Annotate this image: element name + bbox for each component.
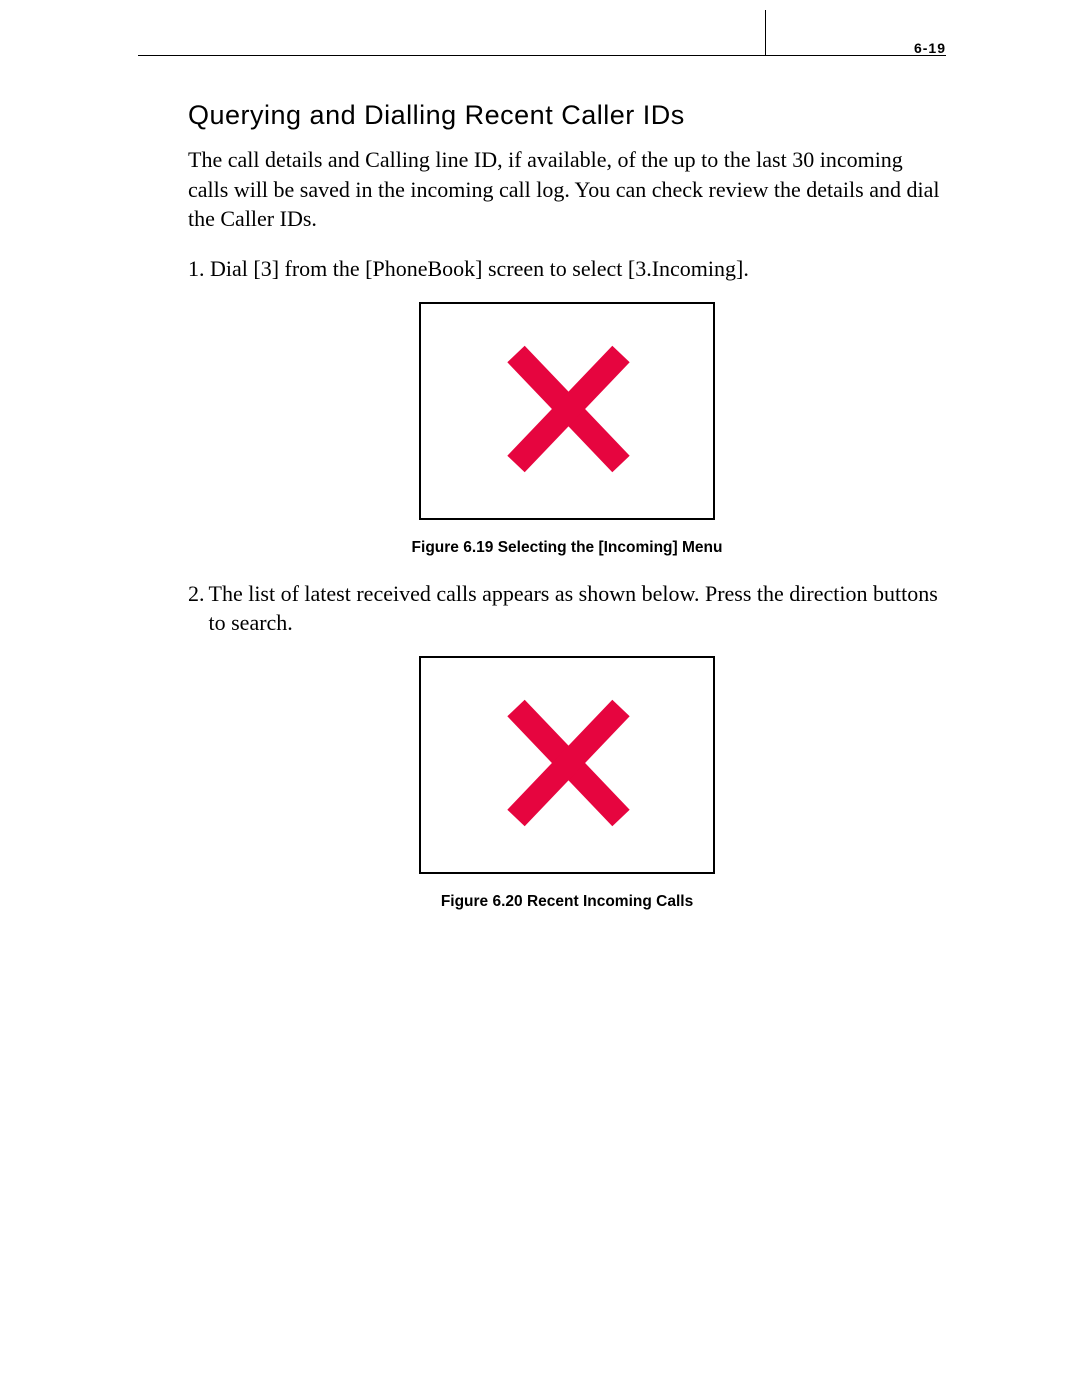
figure-1-image (419, 302, 715, 520)
section-title: Querying and Dialling Recent Caller IDs (188, 100, 946, 131)
step-2: 2. The list of latest received calls app… (188, 579, 946, 638)
figure-2-image (419, 656, 715, 874)
content-area: Querying and Dialling Recent Caller IDs … (188, 100, 946, 911)
header-divider (765, 10, 766, 56)
step-2-number: 2. (188, 579, 205, 638)
figure-1: Figure 6.19 Selecting the [Incoming] Men… (188, 302, 946, 557)
page-number: 6-19 (914, 40, 946, 56)
figure-1-caption: Figure 6.19 Selecting the [Incoming] Men… (188, 539, 946, 557)
broken-image-icon (421, 658, 711, 870)
step-1: 1. Dial [3] from the [PhoneBook] screen … (188, 254, 946, 284)
header-rule (138, 55, 946, 56)
intro-paragraph: The call details and Calling line ID, if… (188, 145, 946, 234)
step-2-body: The list of latest received calls appear… (205, 579, 947, 638)
figure-2: Figure 6.20 Recent Incoming Calls (188, 656, 946, 911)
figure-2-caption: Figure 6.20 Recent Incoming Calls (188, 893, 946, 911)
page: 6-19 Querying and Dialling Recent Caller… (0, 0, 1080, 1397)
broken-image-icon (421, 304, 711, 516)
